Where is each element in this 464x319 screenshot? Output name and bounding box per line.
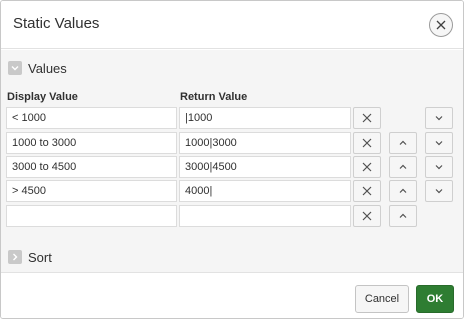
chevron-down-icon bbox=[11, 66, 19, 71]
expand-toggle[interactable] bbox=[8, 250, 22, 264]
move-down-button[interactable] bbox=[425, 107, 453, 129]
chevron-right-icon bbox=[13, 253, 18, 261]
delete-row-button[interactable] bbox=[353, 205, 381, 227]
sort-region-label: Sort bbox=[28, 249, 52, 265]
display-value-column-header: Display Value bbox=[7, 91, 78, 103]
sort-region-header[interactable]: Sort bbox=[1, 242, 463, 272]
values-region-header[interactable]: Values bbox=[1, 53, 463, 83]
static-values-dialog: Static Values Values Display Value Retur… bbox=[0, 0, 464, 319]
delete-row-button[interactable] bbox=[353, 107, 381, 129]
return-value-input[interactable]: 4000| bbox=[179, 180, 351, 202]
dialog-body: Values Display Value Return Value < 1000… bbox=[1, 50, 463, 272]
return-value-input[interactable]: |1000 bbox=[179, 107, 351, 129]
chevron-up-icon bbox=[399, 188, 407, 193]
chevron-up-icon bbox=[399, 213, 407, 218]
x-icon bbox=[362, 162, 372, 172]
display-value-input[interactable]: 1000 to 3000 bbox=[6, 132, 177, 154]
chevron-down-icon bbox=[435, 189, 443, 194]
move-up-button[interactable] bbox=[389, 205, 417, 227]
move-down-button[interactable] bbox=[425, 156, 453, 178]
chevron-down-icon bbox=[435, 165, 443, 170]
delete-row-button[interactable] bbox=[353, 180, 381, 202]
display-value-input[interactable]: 3000 to 4500 bbox=[6, 156, 177, 178]
chevron-down-icon bbox=[435, 116, 443, 121]
cancel-button[interactable]: Cancel bbox=[355, 285, 409, 313]
x-icon bbox=[362, 211, 372, 221]
move-up-button[interactable] bbox=[389, 132, 417, 154]
chevron-down-icon bbox=[435, 141, 443, 146]
chevron-up-icon bbox=[399, 164, 407, 169]
x-icon bbox=[362, 138, 372, 148]
delete-row-button[interactable] bbox=[353, 132, 381, 154]
return-value-input[interactable]: 3000|4500 bbox=[179, 156, 351, 178]
x-icon bbox=[362, 186, 372, 196]
return-value-input[interactable] bbox=[179, 205, 351, 227]
display-value-input[interactable] bbox=[6, 205, 177, 227]
dialog-footer: Cancel OK bbox=[1, 272, 463, 318]
move-up-button[interactable] bbox=[389, 180, 417, 202]
values-region-label: Values bbox=[28, 60, 67, 76]
dialog-header: Static Values bbox=[1, 1, 463, 49]
x-icon bbox=[362, 113, 372, 123]
move-up-button[interactable] bbox=[389, 156, 417, 178]
delete-row-button[interactable] bbox=[353, 156, 381, 178]
display-value-input[interactable]: > 4500 bbox=[6, 180, 177, 202]
move-down-button[interactable] bbox=[425, 180, 453, 202]
display-value-input[interactable]: < 1000 bbox=[6, 107, 177, 129]
return-value-column-header: Return Value bbox=[180, 91, 248, 103]
close-icon bbox=[436, 20, 446, 30]
move-down-button[interactable] bbox=[425, 132, 453, 154]
collapse-toggle[interactable] bbox=[8, 61, 22, 75]
dialog-title: Static Values bbox=[13, 15, 100, 32]
close-button[interactable] bbox=[429, 13, 453, 37]
chevron-up-icon bbox=[399, 140, 407, 145]
return-value-input[interactable]: 1000|3000 bbox=[179, 132, 351, 154]
ok-button[interactable]: OK bbox=[416, 285, 454, 313]
